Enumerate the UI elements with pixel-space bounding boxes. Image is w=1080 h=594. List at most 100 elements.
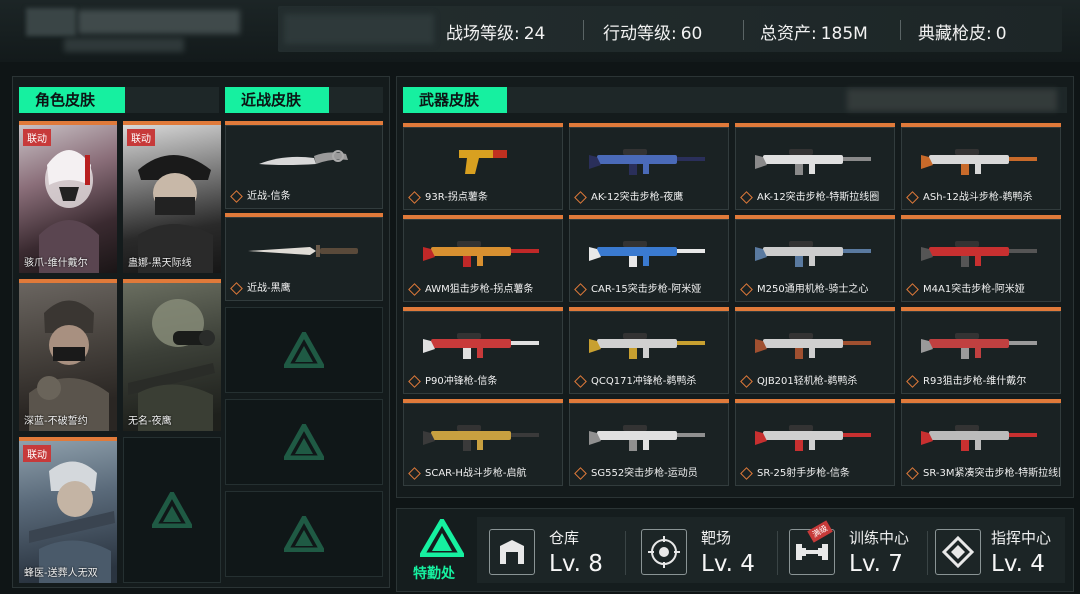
weapon-skin-card[interactable]: P90冲锋枪-信条 <box>403 311 563 394</box>
facility-warehouse[interactable]: 仓库 Lv. 8 <box>477 517 627 585</box>
weapon-skin-label: SG552突击步枪-运动员 <box>591 468 698 479</box>
rarity-diamond-icon <box>230 281 243 295</box>
facility-training-center[interactable]: 满级 训练中心 Lv. 7 <box>769 517 929 585</box>
weapon-image <box>589 425 705 452</box>
weapon-skins-header: 武器皮肤 <box>403 87 507 113</box>
rarity-diamond-icon <box>408 466 421 480</box>
rarity-diamond-icon <box>574 190 587 204</box>
weapon-skin-card[interactable]: 93R-拐点薯条 <box>403 127 563 210</box>
weapon-skin-card[interactable]: SR-25射手步枪-信条 <box>735 403 895 486</box>
target-icon <box>641 529 687 575</box>
character-skin-card[interactable]: 无名-夜鹰 <box>123 279 221 431</box>
player-avatar-blurred <box>26 8 76 36</box>
weapon-image <box>755 149 871 176</box>
placeholder-logo-icon <box>284 424 324 460</box>
melee-skin-card[interactable]: 近战-信条 <box>225 125 383 209</box>
character-portrait <box>128 299 215 431</box>
rarity-diamond-icon <box>740 282 753 296</box>
rarity-diamond-icon <box>740 190 753 204</box>
weapon-skin-card[interactable]: QCQ171冲锋枪-鹈鸭杀 <box>569 311 729 394</box>
rarity-diamond-icon <box>906 466 919 480</box>
weapon-skin-card[interactable]: ASh-12战斗步枪-鹈鸭杀 <box>901 127 1061 210</box>
empty-character-slot <box>123 437 221 583</box>
weapon-skin-card[interactable]: SR-3M紧凑突击步枪-特斯拉线圈 <box>901 403 1061 486</box>
stat-operation-level: 行动等级: 60 <box>603 24 703 44</box>
rarity-diamond-icon <box>574 374 587 388</box>
knife-image <box>248 244 358 257</box>
rarity-diamond-icon <box>906 190 919 204</box>
weapon-skin-card[interactable]: SG552突击步枪-运动员 <box>569 403 729 486</box>
facility-command-center[interactable]: 指挥中心 Lv. 4 <box>927 517 1073 585</box>
character-skins-header: 角色皮肤 <box>19 87 125 113</box>
stat-collection-skins: 典藏枪皮: 0 <box>918 24 1007 44</box>
weapon-skin-card[interactable]: CAR-15突击步枪-阿米娅 <box>569 219 729 302</box>
character-portrait <box>29 300 109 431</box>
empty-melee-slot <box>225 307 383 393</box>
weapon-skin-card[interactable]: AK-12突击步枪-夜鹰 <box>569 127 729 210</box>
top-bar: 战场等级: 24 行动等级: 60 总资产: 185M 典藏枪皮: 0 <box>0 0 1080 62</box>
stat-total-assets: 总资产: 185M <box>760 24 868 44</box>
weapon-skin-card[interactable]: SCAR-H战斗步枪-启航 <box>403 403 563 486</box>
weapon-skin-card[interactable]: M4A1突击步枪-阿米娅 <box>901 219 1061 302</box>
warehouse-icon <box>489 529 535 575</box>
character-portrait <box>138 155 213 273</box>
weapon-skin-card[interactable]: R93狙击步枪-维什戴尔 <box>901 311 1061 394</box>
weapon-skin-card[interactable]: AK-12突击步枪-特斯拉线圈 <box>735 127 895 210</box>
rarity-diamond-icon <box>230 189 243 203</box>
placeholder-logo-icon <box>152 492 192 528</box>
melee-skins-header: 近战皮肤 <box>225 87 329 113</box>
weapon-image <box>921 425 1037 452</box>
character-skin-card[interactable]: 深蓝-不破誓约 <box>19 279 117 431</box>
stat-battlefield-level: 战场等级: 24 <box>446 24 546 44</box>
rarity-diamond-icon <box>740 374 753 388</box>
rarity-diamond-icon <box>906 282 919 296</box>
special-ops-button[interactable]: 特勤处 <box>407 515 477 585</box>
rarity-diamond-icon <box>408 374 421 388</box>
weapon-skin-card[interactable]: AWM狙击步枪-拐点薯条 <box>403 219 563 302</box>
weapon-skin-label: AK-12突击步枪-夜鹰 <box>591 192 684 203</box>
empty-melee-slot <box>225 399 383 485</box>
rarity-diamond-icon <box>906 374 919 388</box>
weapon-image <box>423 333 539 360</box>
character-skin-card[interactable]: 联动 蛊娜-黑天际线 <box>123 121 221 273</box>
weapon-skin-label: AK-12突击步枪-特斯拉线圈 <box>757 192 880 203</box>
weapon-image <box>589 149 705 176</box>
player-name-blurred <box>78 10 240 34</box>
placeholder-logo-icon <box>284 332 324 368</box>
weapon-skin-label: R93狙击步枪-维什戴尔 <box>923 376 1027 387</box>
stats-bar: 战场等级: 24 行动等级: 60 总资产: 185M 典藏枪皮: 0 <box>278 6 1062 52</box>
weapon-skin-card[interactable]: QJB201轻机枪-鹈鸭杀 <box>735 311 895 394</box>
weapon-skin-label: CAR-15突击步枪-阿米娅 <box>591 284 702 295</box>
weapon-image <box>755 333 871 360</box>
character-portrait <box>39 150 99 273</box>
weapon-image <box>921 333 1037 360</box>
weapon-panel: 武器皮肤 93R-拐点薯条 AK-12突击步枪-夜鹰 AK-12突击步枪-特斯拉线圈… <box>396 76 1074 498</box>
weapon-skin-label: QJB201轻机枪-鹈鸭杀 <box>757 376 858 387</box>
weapon-skin-label: ASh-12战斗步枪-鹈鸭杀 <box>923 192 1033 203</box>
base-facilities-bar: 特勤处 仓库 Lv. 8 靶场 Lv. 4 满级 训练中心 Lv. 7 指挥中心… <box>396 508 1074 592</box>
blurred-info <box>847 89 1057 111</box>
weapon-skin-label: SR-3M紧凑突击步枪-特斯拉线圈 <box>923 468 1061 479</box>
weapon-skin-label: P90冲锋枪-信条 <box>425 376 498 387</box>
rarity-diamond-icon <box>574 466 587 480</box>
weapon-image <box>589 241 705 268</box>
weapon-image <box>921 241 1037 268</box>
melee-skin-card[interactable]: 近战-黑鹰 <box>225 217 383 301</box>
weapon-image <box>423 241 539 268</box>
facility-shooting-range[interactable]: 靶场 Lv. 4 <box>629 517 779 585</box>
weapon-image <box>921 149 1037 176</box>
empty-melee-slot <box>225 491 383 577</box>
rarity-diamond-icon <box>408 190 421 204</box>
rarity-diamond-icon <box>408 282 421 296</box>
character-portrait <box>29 461 115 583</box>
weapon-skin-label: SCAR-H战斗步枪-启航 <box>425 468 527 479</box>
placeholder-logo-icon <box>284 516 324 552</box>
weapon-skin-label: AWM狙击步枪-拐点薯条 <box>425 284 534 295</box>
weapon-skin-label: QCQ171冲锋枪-鹈鸭杀 <box>591 376 697 387</box>
character-skin-card[interactable]: 联动 骇爪-维什戴尔 <box>19 121 117 273</box>
weapon-skin-label: 93R-拐点薯条 <box>425 192 488 203</box>
character-skin-card[interactable]: 联动 蜂医-送葬人无双 <box>19 437 117 583</box>
weapon-skin-card[interactable]: M250通用机枪-骑士之心 <box>735 219 895 302</box>
knife-image <box>259 149 348 165</box>
special-ops-logo-icon <box>420 519 464 557</box>
